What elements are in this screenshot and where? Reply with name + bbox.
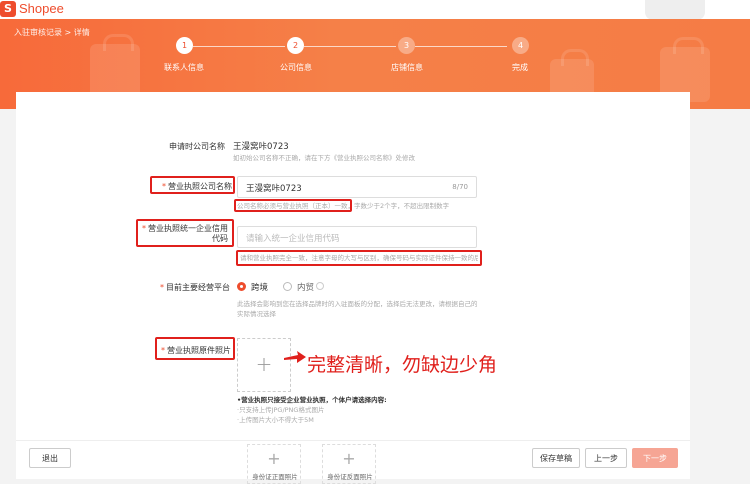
step-1-label: 联系人信息: [164, 63, 204, 72]
step-3-label: 店铺信息: [391, 63, 423, 72]
id-back-upload[interactable]: + 身份证反面照片: [322, 444, 376, 484]
step-1-indicator: 1: [176, 37, 193, 54]
credit-code-input[interactable]: 请输入统一企业信用代码: [237, 226, 477, 248]
highlight-box: [234, 199, 352, 212]
id-back-caption: 身份证反面照片: [327, 473, 373, 481]
step-connector: [415, 46, 507, 47]
exit-button[interactable]: 退出: [29, 448, 71, 468]
apply-company-label: 申请时公司名称: [169, 142, 225, 151]
radio-domestic-label[interactable]: 内贸: [297, 281, 314, 293]
prev-step-button[interactable]: 上一步: [585, 448, 627, 468]
plus-icon: +: [267, 449, 281, 468]
license-company-input[interactable]: 王漫窝咔0723 8/70: [237, 176, 477, 198]
save-draft-button[interactable]: 保存草稿: [532, 448, 580, 468]
license-requirement-1: ·只支持上传JPG/PNG格式图片: [237, 406, 325, 414]
step-connector: [304, 46, 396, 47]
breadcrumb-separator: >: [64, 28, 72, 37]
highlight-box: [236, 250, 482, 266]
platform-label-text: 目前主要经营平台: [166, 283, 230, 292]
license-requirement-2: ·上传图片大小不得大于5M: [237, 416, 314, 424]
annotation-text: 完整清晰，勿缺边少角: [307, 354, 498, 376]
id-front-upload[interactable]: + 身份证正面照片: [247, 444, 301, 484]
plus-icon: +: [342, 449, 356, 468]
breadcrumb: 入驻审核记录 > 详情: [14, 27, 90, 38]
highlight-box: [136, 219, 234, 247]
brand-name: Shopee: [19, 1, 64, 16]
breadcrumb-parent[interactable]: 入驻审核记录: [14, 28, 62, 37]
platform-label: * 目前主要经营平台: [140, 282, 230, 293]
char-counter: 8/70: [452, 183, 468, 191]
step-4-label: 完成: [512, 63, 528, 72]
next-step-button[interactable]: 下一步: [632, 448, 678, 468]
radio-domestic[interactable]: [283, 282, 292, 291]
apply-company-hint: 如初始公司名称不正确，请在下方《营业执照公司名称》处修改: [233, 154, 415, 162]
platform-hint: 此选择会影响到您在选择品牌时的入驻面板的分配，选择后无法更改，请根据自己的实际情…: [237, 300, 478, 318]
highlight-box: [155, 337, 235, 360]
radio-cross-border[interactable]: [237, 282, 246, 291]
required-mark: *: [160, 283, 164, 292]
step-3-indicator: 3: [398, 37, 415, 54]
step-4-indicator: 4: [512, 37, 529, 54]
radio-cross-border-label[interactable]: 跨境: [251, 281, 268, 293]
credit-code-placeholder: 请输入统一企业信用代码: [246, 234, 340, 244]
id-front-caption: 身份证正面照片: [252, 473, 298, 481]
top-bar: S Shopee: [0, 0, 750, 20]
step-connector: [193, 46, 285, 47]
arrow-icon: [284, 351, 306, 363]
apply-company-value: 王漫窝咔0723: [233, 142, 289, 152]
highlight-box: [150, 176, 235, 194]
breadcrumb-current: 详情: [73, 28, 90, 37]
license-requirements-title: •营业执照只接受企业营业执照，个体户请选择内容:: [237, 396, 387, 404]
plus-icon: +: [255, 352, 273, 376]
shopee-logo-icon: S: [0, 1, 16, 17]
license-company-input-value: 王漫窝咔0723: [246, 184, 302, 194]
help-icon[interactable]: [316, 282, 324, 290]
shopping-bag-decoration: [90, 34, 140, 99]
step-2-label: 公司信息: [280, 63, 312, 72]
decoration-image: [645, 0, 705, 20]
form-card: [16, 92, 690, 478]
step-2-indicator: 2: [287, 37, 304, 54]
license-photo-upload[interactable]: +: [237, 338, 291, 392]
